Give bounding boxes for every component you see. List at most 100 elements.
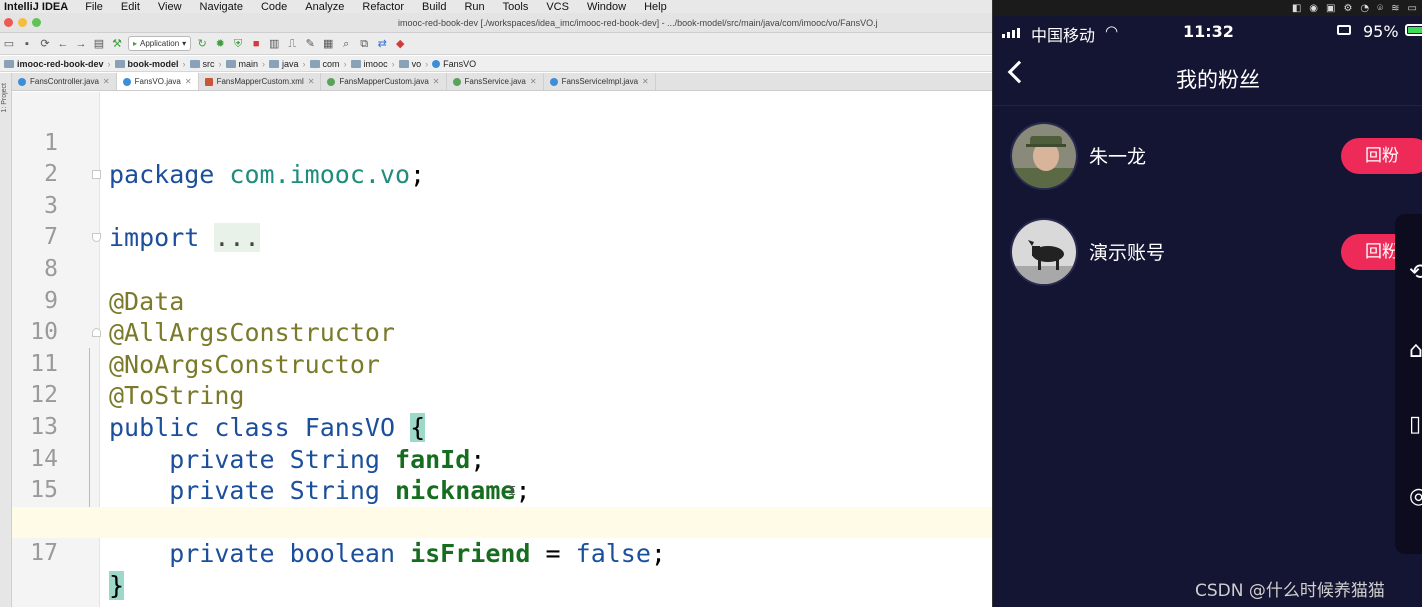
avatar[interactable] [1010,218,1078,286]
close-window-button[interactable] [4,18,13,27]
menu-refactor[interactable]: Refactor [353,1,413,13]
translate-icon[interactable]: ⇄ [375,37,389,51]
tab-label: FansController.java [30,77,99,86]
menu-window[interactable]: Window [578,1,635,13]
tab-fans-mapper-java[interactable]: FansMapperCustom.java ✕ [321,73,447,90]
menu-edit[interactable]: Edit [112,1,149,13]
rotate-icon[interactable]: ⟲ [1409,260,1422,285]
close-icon[interactable]: ✕ [642,77,649,86]
trash-icon[interactable]: ▯ [1409,412,1421,437]
sync-icon[interactable]: ⟳ [38,37,52,51]
profiler-icon[interactable]: ⎍ [285,37,299,51]
forward-arrow-icon[interactable]: → [74,37,88,51]
fan-list-item[interactable]: 朱一龙 回粉 [993,122,1422,202]
follow-back-button[interactable]: 回粉 [1341,138,1422,174]
keyword: private [169,539,275,569]
close-icon[interactable]: ✕ [530,77,537,86]
tray-icon[interactable]: ◉ [1309,3,1318,14]
close-icon[interactable]: ✕ [308,77,315,86]
close-icon[interactable]: ✕ [433,77,440,86]
menu-run[interactable]: Run [455,1,493,13]
breadcrumb-item[interactable]: vo [398,58,426,69]
layout-icon[interactable]: ▥ [267,37,281,51]
breadcrumb-label: book-model [127,58,179,69]
screenshot-icon[interactable]: ◎ [1409,484,1422,509]
breadcrumb-label: imooc-red-book-dev [17,58,104,69]
tray-icon[interactable]: ▭ [1408,3,1417,14]
avatar[interactable] [1010,122,1078,190]
maximize-window-button[interactable] [32,18,41,27]
menu-analyze[interactable]: Analyze [296,1,353,13]
tray-icon[interactable]: ⚙ [1343,3,1352,14]
breadcrumb-item[interactable]: com [309,59,344,69]
build-hammer-icon[interactable]: ⚒ [110,37,124,51]
floating-side-panel[interactable]: ⟲ ⌂ ▯ ◎ [1395,214,1422,554]
class-icon [549,77,558,86]
project-structure-icon[interactable]: ▦ [321,37,335,51]
editor-tabs: FansController.java ✕ FansVO.java ✕ FansMa… [12,73,992,91]
save-icon[interactable]: ▪ [20,37,34,51]
breadcrumb-item[interactable]: src [189,59,219,69]
interface-icon [452,77,461,86]
breadcrumb-item[interactable]: main [225,59,263,69]
tab-fans-service-impl[interactable]: FansServiceImpl.java ✕ [544,73,656,90]
app-name: IntelliJ IDEA [4,0,69,13]
run-config-select[interactable]: ▸ Application ▾ [128,36,192,51]
close-icon[interactable]: ✕ [185,77,192,86]
breadcrumb-item[interactable]: java [269,59,303,69]
class-icon [122,77,131,86]
tab-fans-mapper-xml[interactable]: FansMapperCustom.xml ✕ [199,73,322,90]
menu-build[interactable]: Build [413,1,455,13]
breadcrumb-item[interactable]: book-model [114,58,183,69]
menu-file[interactable]: File [76,1,112,13]
breadcrumb-separator: › [262,58,266,69]
code-editor[interactable]: 1 package com.imooc.vo; 2 3 import ... 7… [12,92,992,607]
menu-navigate[interactable]: Navigate [191,1,252,13]
menu-help[interactable]: Help [635,1,676,13]
home-icon[interactable]: ⌂ [1409,338,1422,363]
coverage-icon[interactable]: ⛨ [231,37,245,51]
breadcrumb-item[interactable]: imooc [350,59,392,69]
window-title: imooc-red-book-dev [./workspaces/idea_im… [398,18,878,28]
code-line: 3 import ... [12,159,992,253]
wifi-icon: ◠ [1105,22,1119,40]
breadcrumb-label: vo [411,58,422,69]
code-line: 8 @Data [12,222,992,316]
open-folder-icon[interactable]: ▭ [2,37,16,51]
search-icon[interactable]: ⌕ [339,37,353,51]
tray-icon[interactable]: ⌾ [1377,3,1383,14]
close-icon[interactable]: ✕ [103,77,110,86]
keyword: false [575,539,651,569]
stop-icon[interactable]: ■ [249,37,263,51]
fan-list-item[interactable]: 演示账号 回粉 [993,218,1422,298]
plugin-icon[interactable]: ◆ [393,37,407,51]
tab-fans-vo[interactable]: FansVO.java ✕ [116,73,199,90]
window-controls [4,18,41,27]
menu-code[interactable]: Code [252,1,296,13]
tray-icon[interactable]: ◔ [1360,3,1369,14]
structure-icon[interactable]: ▤ [92,37,106,51]
settings-wrench-icon[interactable]: ✎ [303,37,317,51]
tray-icon[interactable]: ≋ [1391,3,1399,14]
menu-view[interactable]: View [149,1,191,13]
back-arrow-icon[interactable]: ← [56,37,70,51]
code-line: 16 private boolean isFriend = false; [12,475,992,569]
tray-icon[interactable]: ◧ [1292,3,1301,14]
code-text: private boolean isFriend = false; [109,538,666,570]
battery-icon [1405,24,1422,36]
debug-icon[interactable]: ✹ [213,37,227,51]
vcs-icon[interactable]: ⧉ [357,37,371,51]
tray-icon[interactable]: ▣ [1326,3,1335,14]
project-tool-button[interactable]: 1: Project [1,83,8,113]
folder-icon [189,59,200,68]
minimize-window-button[interactable] [18,18,27,27]
breadcrumb-item[interactable]: FansVO [432,59,480,69]
folder-icon [269,59,280,68]
tab-fans-service[interactable]: FansService.java ✕ [447,73,544,90]
breadcrumb-item[interactable]: imooc-red-book-dev [4,59,108,69]
menu-vcs[interactable]: VCS [537,1,578,13]
tab-label: FansMapperCustom.java [339,77,429,86]
rerun-icon[interactable]: ↻ [195,37,209,51]
menu-tools[interactable]: Tools [494,1,538,13]
tab-fans-controller[interactable]: FansController.java ✕ [12,73,117,90]
